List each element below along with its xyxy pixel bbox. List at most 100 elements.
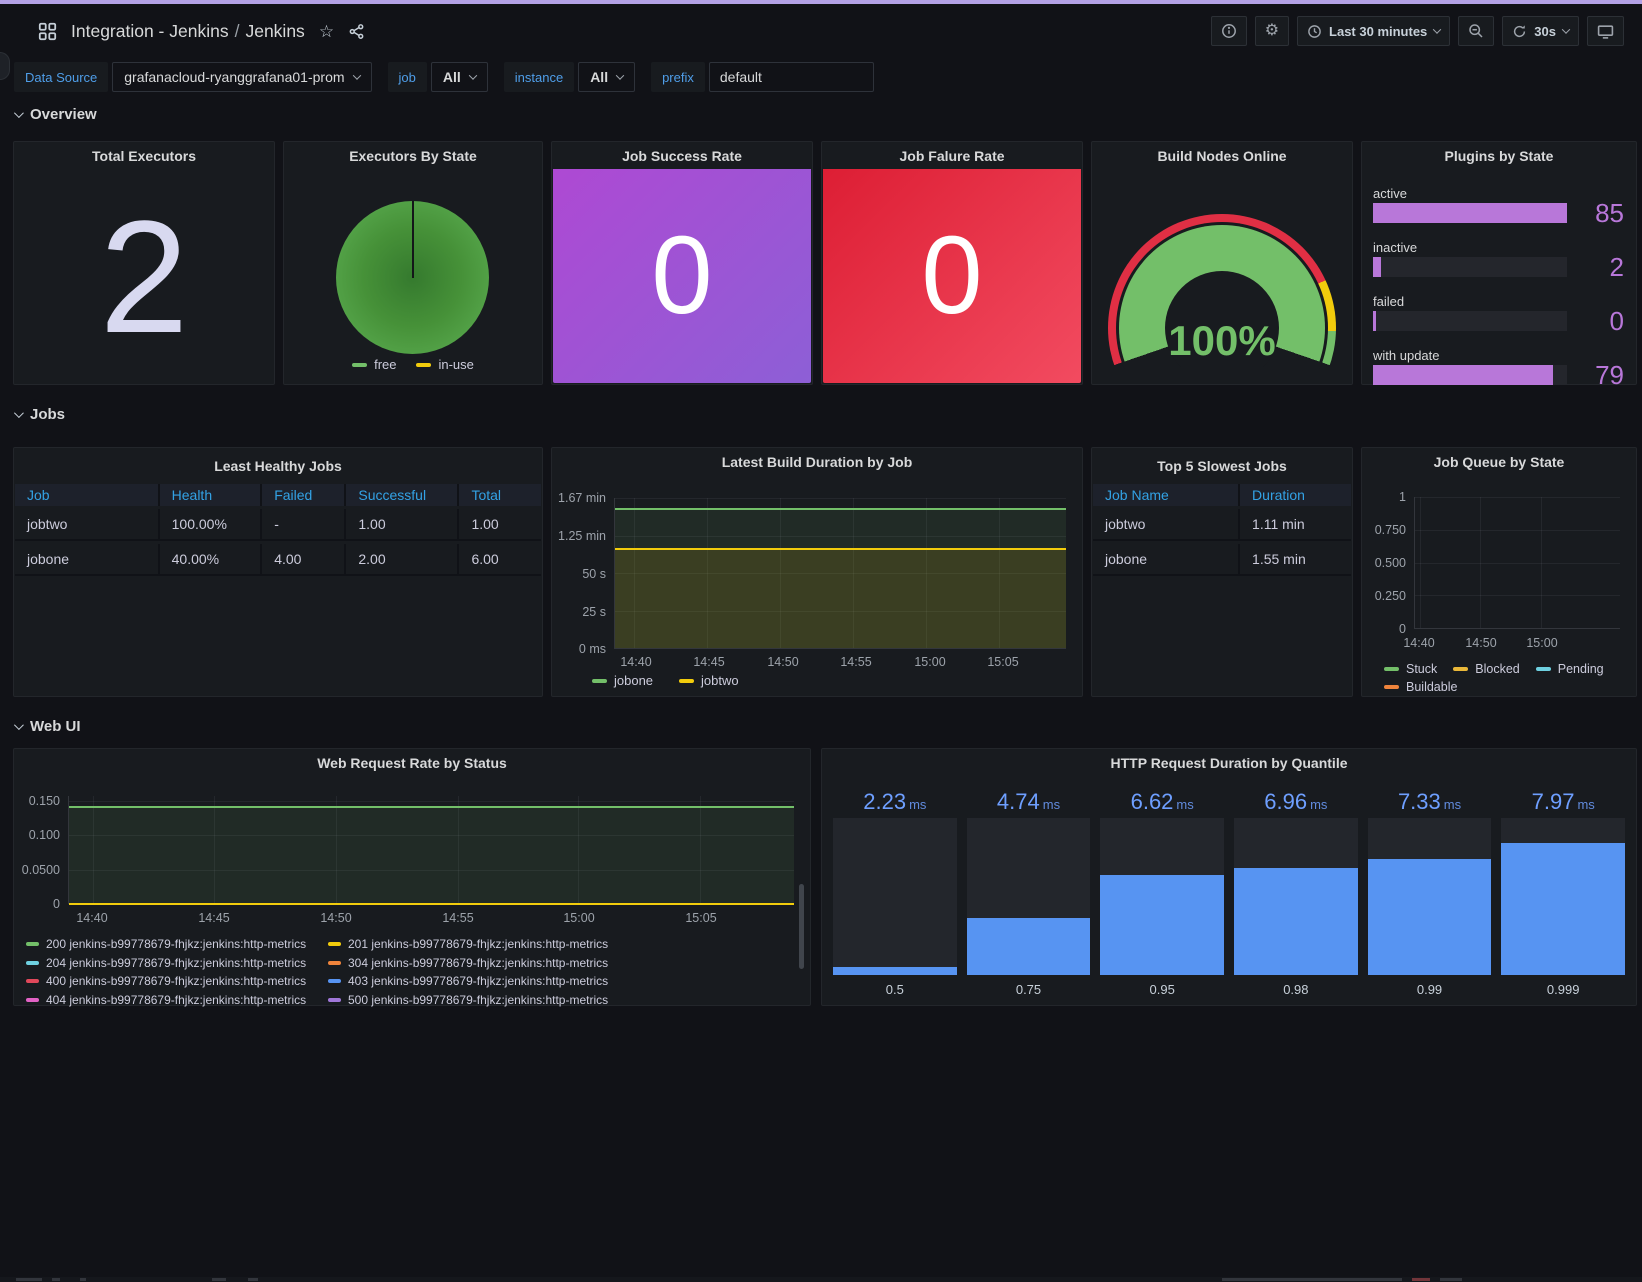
legend-item[interactable]: 204 jenkins-b99778679-fhjkz:jenkins:http…: [26, 956, 328, 970]
chart-legend: Buildable: [1384, 680, 1457, 694]
panel-title[interactable]: Web Request Rate by Status: [14, 749, 810, 777]
legend-item[interactable]: 403 jenkins-b99778679-fhjkz:jenkins:http…: [328, 974, 782, 988]
section-web-ui[interactable]: Web UI: [14, 718, 81, 735]
series-line-200: [69, 806, 794, 808]
datasource-variable-value: grafanacloud-ryanggrafana01-prom: [124, 69, 344, 85]
panel-title[interactable]: Job Falure Rate: [822, 142, 1082, 170]
column-header[interactable]: Health: [160, 484, 263, 506]
job-queue-chart: [1414, 497, 1620, 629]
legend-item[interactable]: jobtwo: [679, 673, 739, 688]
panel-job-queue-by-state: Job Queue by State 1 0.750 0.500 0.250 0…: [1361, 447, 1637, 697]
chevron-down-icon: [14, 720, 24, 730]
panel-title[interactable]: Job Success Rate: [552, 142, 812, 170]
series-swatch: [328, 942, 341, 946]
x-axis-tick: 14:45: [687, 655, 731, 669]
panel-title[interactable]: Latest Build Duration by Job: [552, 448, 1082, 476]
legend-item[interactable]: 404 jenkins-b99778679-fhjkz:jenkins:http…: [26, 993, 328, 1007]
legend-label: 304 jenkins-b99778679-fhjkz:jenkins:http…: [348, 956, 608, 970]
x-axis-tick: 14:50: [314, 911, 358, 925]
panel-latest-build-duration: Latest Build Duration by Job 1.67 min 1.…: [551, 447, 1083, 697]
instance-variable-select[interactable]: All: [578, 62, 635, 92]
legend-label: 204 jenkins-b99778679-fhjkz:jenkins:http…: [46, 956, 306, 970]
column-header[interactable]: Job: [15, 484, 160, 506]
panel-title[interactable]: Job Queue by State: [1362, 448, 1636, 476]
legend-label: 500 jenkins-b99778679-fhjkz:jenkins:http…: [348, 993, 608, 1007]
column-header[interactable]: Duration: [1240, 484, 1351, 506]
panel-title[interactable]: Top 5 Slowest Jobs: [1092, 452, 1352, 480]
column-header[interactable]: Total: [459, 484, 541, 506]
y-axis-tick: 1.25 min: [552, 529, 606, 543]
legend-item[interactable]: Stuck: [1384, 662, 1437, 676]
bar-gauge-track: [1373, 257, 1567, 277]
legend-item[interactable]: 500 jenkins-b99778679-fhjkz:jenkins:http…: [328, 993, 782, 1007]
dashboard-variables: Data Source grafanacloud-ryanggrafana01-…: [14, 62, 874, 92]
legend-item[interactable]: in-use: [416, 357, 473, 372]
refresh-button-group[interactable]: 30s: [1502, 16, 1579, 46]
bar-gauge-track: [1100, 818, 1224, 975]
panel-info-button[interactable]: [1211, 16, 1247, 46]
panel-title[interactable]: HTTP Request Duration by Quantile: [822, 749, 1636, 777]
breadcrumb-current[interactable]: Jenkins: [245, 21, 304, 41]
sidebar-drawer-handle[interactable]: [0, 52, 10, 80]
panel-title[interactable]: Plugins by State: [1362, 142, 1636, 170]
legend-item[interactable]: free: [352, 357, 396, 372]
table-cell: 6.00: [459, 544, 541, 574]
column-header[interactable]: Failed: [262, 484, 346, 506]
table-cell: jobone: [15, 544, 160, 574]
legend-item[interactable]: jobone: [592, 673, 653, 688]
legend-item[interactable]: 400 jenkins-b99778679-fhjkz:jenkins:http…: [26, 974, 328, 988]
section-jobs[interactable]: Jobs: [14, 406, 65, 423]
y-axis-tick: 0.750: [1362, 523, 1406, 537]
panel-title[interactable]: Total Executors: [14, 142, 274, 170]
dashboards-grid-icon[interactable]: [38, 22, 57, 41]
section-overview[interactable]: Overview: [14, 106, 97, 123]
y-axis-tick: 0.0500: [14, 863, 60, 877]
zoom-out-button[interactable]: [1458, 16, 1494, 46]
legend-item[interactable]: 200 jenkins-b99778679-fhjkz:jenkins:http…: [26, 937, 328, 951]
quantile-label: 0.5: [833, 975, 957, 997]
legend-item[interactable]: Blocked: [1453, 662, 1519, 676]
dashboard-settings-button[interactable]: ⚙: [1255, 16, 1289, 46]
legend-item[interactable]: Buildable: [1384, 680, 1457, 694]
quantile-label: 0.99: [1368, 975, 1492, 997]
legend-item[interactable]: 201 jenkins-b99778679-fhjkz:jenkins:http…: [328, 937, 782, 951]
table-row: jobtwo 100.00% - 1.00 1.00: [15, 509, 541, 541]
column-header[interactable]: Successful: [346, 484, 459, 506]
datasource-variable-select[interactable]: grafanacloud-ryanggrafana01-prom: [112, 62, 371, 92]
series-swatch: [1536, 667, 1551, 671]
y-axis-tick: 1.67 min: [552, 491, 606, 505]
column-header[interactable]: Job Name: [1093, 484, 1240, 506]
bar-gauge-value: 79: [1595, 362, 1624, 388]
x-axis-tick: 15:05: [981, 655, 1025, 669]
panel-title[interactable]: Least Healthy Jobs: [14, 452, 542, 480]
legend-item[interactable]: 304 jenkins-b99778679-fhjkz:jenkins:http…: [328, 956, 782, 970]
series-swatch: [416, 363, 431, 367]
panel-title[interactable]: Executors By State: [284, 142, 542, 170]
legend-scrollbar[interactable]: [799, 884, 804, 969]
series-swatch: [26, 942, 39, 946]
breadcrumb-parent[interactable]: Integration - Jenkins: [71, 21, 229, 41]
series-swatch: [1384, 667, 1399, 671]
quantile-bar-gauges: 2.23ms 0.5 4.74ms 0.75 6.62ms 0.95 6.96m…: [833, 789, 1625, 997]
legend-item[interactable]: Pending: [1536, 662, 1604, 676]
prefix-variable-input[interactable]: [709, 62, 874, 92]
x-axis-tick: 14:50: [1459, 636, 1503, 650]
chevron-down-icon: [616, 71, 624, 79]
y-axis-tick: 0 ms: [552, 642, 606, 656]
legend-label: 200 jenkins-b99778679-fhjkz:jenkins:http…: [46, 937, 306, 951]
bar-gauge-track: [1373, 311, 1567, 331]
quantile-label: 0.999: [1501, 975, 1625, 997]
table-row: jobtwo 1.11 min: [1093, 509, 1351, 541]
panel-title[interactable]: Build Nodes Online: [1092, 142, 1352, 170]
kiosk-mode-button[interactable]: [1587, 16, 1624, 46]
star-icon[interactable]: ☆: [319, 23, 334, 40]
y-axis-tick: 0: [14, 897, 60, 911]
table-cell: 1.00: [346, 509, 459, 539]
table-cell: jobtwo: [15, 509, 160, 539]
time-range-picker[interactable]: Last 30 minutes: [1297, 16, 1450, 46]
legend-label: jobtwo: [701, 673, 739, 688]
share-icon[interactable]: [348, 23, 365, 40]
instance-variable-value: All: [590, 69, 608, 85]
bar-gauge-track: [967, 818, 1091, 975]
job-variable-select[interactable]: All: [431, 62, 488, 92]
